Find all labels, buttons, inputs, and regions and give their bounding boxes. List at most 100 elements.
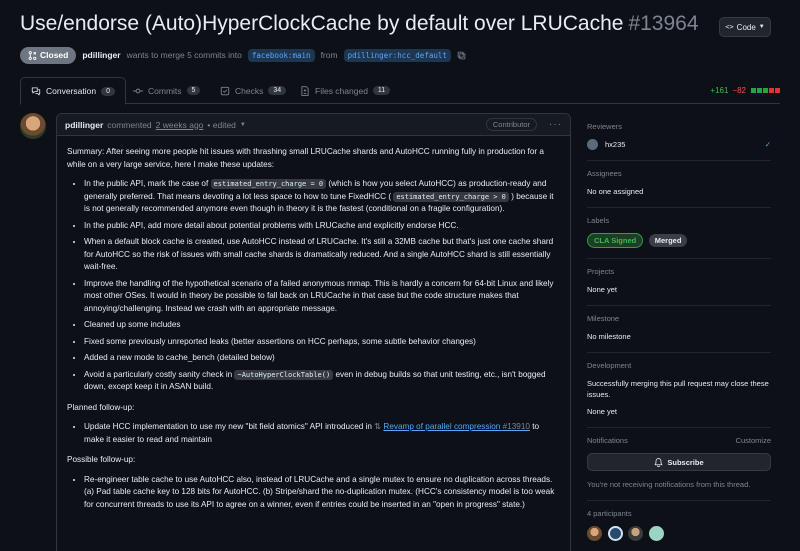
list-item: Fixed some previously unreported leaks (… bbox=[84, 336, 561, 349]
reviewer-avatar bbox=[587, 139, 598, 150]
pr-closed-icon bbox=[28, 50, 37, 60]
comment-author[interactable]: pdillinger bbox=[65, 120, 103, 130]
projects-value: None yet bbox=[587, 285, 618, 294]
projects-heading[interactable]: Projects bbox=[587, 267, 771, 276]
tab-checks[interactable]: Checks 34 bbox=[220, 77, 287, 104]
tab-conversation[interactable]: Conversation 0 bbox=[20, 77, 126, 105]
milestone-value: No milestone bbox=[587, 332, 631, 341]
checklist-icon bbox=[220, 86, 230, 95]
inline-code: estimated_entry_charge = 0 bbox=[210, 179, 327, 189]
list-item: Re-engineer table cache to use AutoHCC a… bbox=[84, 474, 561, 512]
conversation-icon bbox=[31, 87, 41, 96]
merge-text: wants to merge 5 commits into bbox=[126, 50, 242, 60]
reviewer-entry[interactable]: hx235 ✓ bbox=[587, 139, 771, 150]
assignees-value: No one assigned bbox=[587, 187, 644, 196]
development-value: None yet bbox=[587, 407, 618, 416]
customize-link[interactable]: Customize bbox=[736, 436, 771, 445]
commit-icon bbox=[133, 88, 143, 93]
tab-checks-label: Checks bbox=[235, 85, 264, 96]
comment-action: commented bbox=[107, 119, 152, 130]
tab-checks-count: 34 bbox=[268, 86, 287, 95]
kebab-menu-icon[interactable]: ··· bbox=[549, 119, 562, 130]
label-merged[interactable]: Merged bbox=[648, 234, 688, 247]
additions-count: +161 bbox=[710, 86, 729, 95]
possible-list: Re-engineer table cache to use AutoHCC a… bbox=[84, 474, 561, 512]
tab-files-changed-label: Files changed bbox=[315, 85, 368, 96]
tab-conversation-count: 0 bbox=[101, 86, 115, 96]
tab-commits-label: Commits bbox=[148, 85, 182, 96]
avatar[interactable] bbox=[648, 526, 664, 541]
participants-heading: 4 participants bbox=[587, 509, 632, 518]
tab-files-changed-count: 11 bbox=[372, 86, 391, 95]
avatar[interactable] bbox=[607, 526, 623, 541]
tab-commits-count: 5 bbox=[186, 86, 201, 95]
subscribe-label: Subscribe bbox=[667, 457, 704, 467]
avatar[interactable] bbox=[587, 526, 602, 541]
pr-tabs: Conversation 0 Commits 5 Checks 34 Files… bbox=[20, 77, 780, 105]
code-icon: <> bbox=[725, 23, 734, 31]
notifications-section: Notifications Customize Subscribe You're… bbox=[587, 428, 771, 501]
status-badge-label: Closed bbox=[40, 50, 69, 60]
labels-heading[interactable]: Labels bbox=[587, 216, 771, 225]
chevron-down-icon: ▼ bbox=[758, 24, 765, 30]
code-button-label: Code bbox=[736, 22, 756, 32]
inline-code: estimated_entry_charge > 0 bbox=[393, 191, 509, 202]
inline-code: ~AutoHyperClockTable() bbox=[234, 369, 334, 380]
pr-title: Use/endorse (Auto)HyperClockCache by def… bbox=[20, 12, 720, 42]
tab-conversation-label: Conversation bbox=[46, 86, 97, 96]
from-text: from bbox=[320, 50, 338, 60]
deletions-count: −82 bbox=[732, 86, 746, 95]
comment-edited[interactable]: • edited bbox=[207, 120, 236, 130]
linked-pr[interactable]: Revamp of parallel compression #13910 bbox=[383, 422, 530, 431]
list-item: Cleaned up some includes bbox=[84, 319, 561, 332]
planned-followup-heading: Planned follow-up: bbox=[67, 402, 135, 412]
label-cla-signed[interactable]: CLA Signed bbox=[587, 233, 644, 248]
code-button[interactable]: <> Code ▼ bbox=[719, 17, 771, 37]
reviewers-heading[interactable]: Reviewers bbox=[587, 122, 771, 131]
planned-list: Update HCC implementation to use my new … bbox=[84, 421, 561, 446]
file-diff-icon bbox=[301, 85, 309, 96]
comment-body: Summary: After seeing more people hit is… bbox=[57, 136, 570, 511]
reviewers-section: Reviewers hx235 ✓ bbox=[587, 113, 771, 161]
base-branch[interactable]: facebook:main bbox=[247, 48, 315, 62]
avatar[interactable] bbox=[628, 526, 644, 541]
comment: pdillinger commented 2 weeks ago • edite… bbox=[56, 113, 571, 551]
notification-status: You're not receiving notifications from … bbox=[587, 480, 751, 489]
possible-followup-heading: Possible follow-up: bbox=[67, 455, 136, 464]
list-item: Avoid a particularly costly sanity check… bbox=[84, 369, 561, 394]
diffstat: +161 −82 bbox=[710, 86, 780, 95]
chevron-down-icon[interactable]: ▼ bbox=[240, 122, 246, 128]
bell-icon bbox=[654, 457, 663, 467]
milestone-section: Milestone No milestone bbox=[587, 306, 771, 353]
list-item: Added a new mode to cache_bench (detaile… bbox=[84, 352, 561, 365]
comment-header: pdillinger commented 2 weeks ago • edite… bbox=[57, 114, 570, 136]
diffstat-bar bbox=[750, 86, 780, 95]
tab-commits[interactable]: Commits 5 bbox=[133, 77, 201, 104]
subscribe-button[interactable]: Subscribe bbox=[587, 453, 771, 471]
comment-timestamp[interactable]: 2 weeks ago bbox=[156, 120, 204, 130]
pr-meta: Closed pdillinger wants to merge 5 commi… bbox=[20, 46, 466, 64]
avatar[interactable] bbox=[20, 113, 46, 139]
assignees-section: Assignees No one assigned bbox=[587, 161, 771, 208]
tab-files-changed[interactable]: Files changed 11 bbox=[300, 77, 391, 104]
pr-number: #13964 bbox=[628, 12, 699, 35]
labels-section: Labels CLA Signed Merged bbox=[587, 208, 771, 259]
development-text: Successfully merging this pull request m… bbox=[587, 379, 769, 399]
summary-text: Summary: After seeing more people hit is… bbox=[67, 147, 544, 169]
list-item: Update HCC implementation to use my new … bbox=[84, 421, 561, 446]
pr-title-text: Use/endorse (Auto)HyperClockCache by def… bbox=[20, 12, 624, 35]
list-item: In the public API, add more detail about… bbox=[84, 220, 561, 233]
development-section: Development Successfully merging this pu… bbox=[587, 353, 771, 428]
development-heading[interactable]: Development bbox=[587, 361, 771, 370]
reviewer-name: hx235 bbox=[605, 140, 626, 149]
head-branch[interactable]: pdillinger:hcc_default bbox=[343, 48, 451, 62]
milestone-heading[interactable]: Milestone bbox=[587, 314, 771, 323]
assignees-heading[interactable]: Assignees bbox=[587, 169, 771, 178]
projects-section: Projects None yet bbox=[587, 259, 771, 306]
notifications-header: Notifications Customize bbox=[587, 436, 771, 445]
pr-author[interactable]: pdillinger bbox=[82, 50, 120, 60]
copy-icon[interactable] bbox=[457, 51, 466, 60]
pr-link-icon: ⇅ bbox=[374, 422, 382, 431]
update-list: In the public API, mark the case of esti… bbox=[84, 178, 561, 394]
notifications-heading: Notifications bbox=[587, 436, 628, 445]
